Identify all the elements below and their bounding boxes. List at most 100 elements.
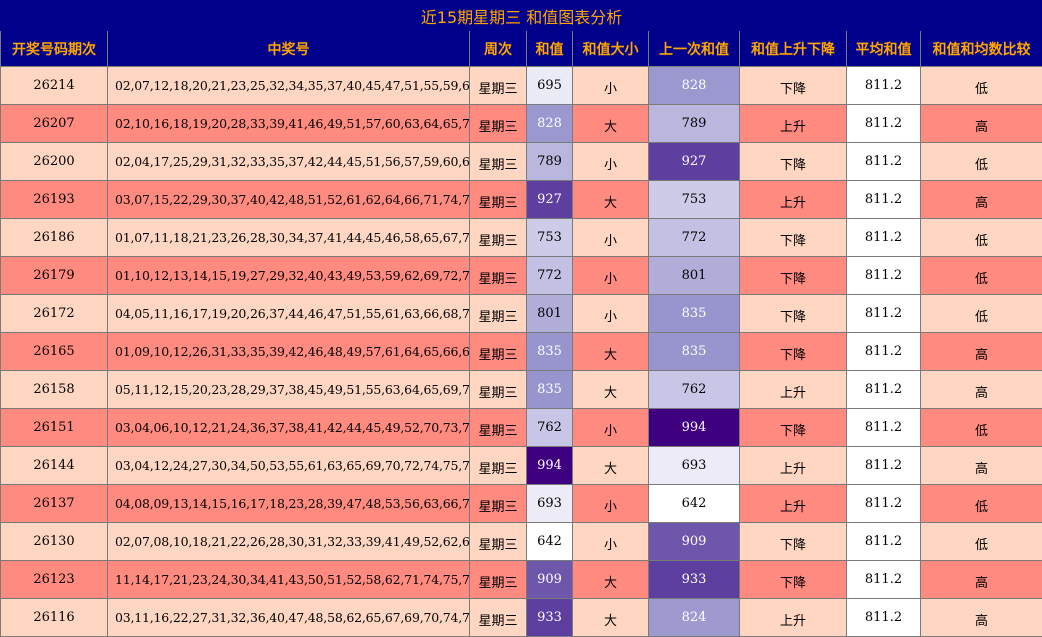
sum-size-cell: 大 <box>573 371 649 409</box>
period-cell: 26193 <box>1 181 108 219</box>
sum-cell: 772 <box>527 257 573 295</box>
numbers-cell: 01,09,10,12,26,31,33,35,39,42,46,48,49,5… <box>108 333 470 371</box>
numbers-cell: 02,04,17,25,29,31,32,33,35,37,42,44,45,5… <box>108 143 470 181</box>
sum-cell: 933 <box>527 599 573 637</box>
avg-cell: 811.2 <box>847 257 921 295</box>
weekday-cell: 星期三 <box>470 599 527 637</box>
avg-cell: 811.2 <box>847 561 921 599</box>
sum-cell: 835 <box>527 333 573 371</box>
avg-cell: 811.2 <box>847 371 921 409</box>
compare-cell: 低 <box>921 409 1042 447</box>
table-row: 2617204,05,11,16,17,19,20,26,37,44,46,47… <box>1 295 1042 333</box>
avg-cell: 811.2 <box>847 599 921 637</box>
trend-cell: 下降 <box>740 409 847 447</box>
compare-cell: 高 <box>921 181 1042 219</box>
sum-cell: 693 <box>527 485 573 523</box>
prev-sum-cell: 933 <box>649 561 740 599</box>
table-body: 2621402,07,12,18,20,21,23,25,32,34,35,37… <box>1 67 1042 637</box>
weekday-cell: 星期三 <box>470 371 527 409</box>
period-cell: 26200 <box>1 143 108 181</box>
numbers-cell: 03,11,16,22,27,31,32,36,40,47,48,58,62,6… <box>108 599 470 637</box>
sum-cell: 927 <box>527 181 573 219</box>
weekday-cell: 星期三 <box>470 523 527 561</box>
weekday-cell: 星期三 <box>470 561 527 599</box>
period-cell: 26137 <box>1 485 108 523</box>
weekday-cell: 星期三 <box>470 295 527 333</box>
period-cell: 26186 <box>1 219 108 257</box>
avg-cell: 811.2 <box>847 333 921 371</box>
table-row: 2615103,04,06,10,12,21,24,36,37,38,41,42… <box>1 409 1042 447</box>
numbers-cell: 04,08,09,13,14,15,16,17,18,23,28,39,47,4… <box>108 485 470 523</box>
period-cell: 26151 <box>1 409 108 447</box>
trend-cell: 下降 <box>740 143 847 181</box>
weekday-cell: 星期三 <box>470 181 527 219</box>
numbers-cell: 11,14,17,21,23,24,30,34,41,43,50,51,52,5… <box>108 561 470 599</box>
trend-cell: 下降 <box>740 295 847 333</box>
prev-sum-cell: 762 <box>649 371 740 409</box>
period-cell: 26144 <box>1 447 108 485</box>
header-avg: 平均和值 <box>847 31 921 67</box>
prev-sum-cell: 927 <box>649 143 740 181</box>
table-row: 2617901,10,12,13,14,15,19,27,29,32,40,43… <box>1 257 1042 295</box>
sum-cell: 909 <box>527 561 573 599</box>
trend-cell: 下降 <box>740 561 847 599</box>
table-row: 2611603,11,16,22,27,31,32,36,40,47,48,58… <box>1 599 1042 637</box>
numbers-cell: 03,04,12,24,27,30,34,50,53,55,61,63,65,6… <box>108 447 470 485</box>
trend-cell: 下降 <box>740 67 847 105</box>
sum-size-cell: 大 <box>573 105 649 143</box>
sum-cell: 828 <box>527 105 573 143</box>
table-row: 2615805,11,12,15,20,23,28,29,37,38,45,49… <box>1 371 1042 409</box>
sum-cell: 642 <box>527 523 573 561</box>
period-cell: 26116 <box>1 599 108 637</box>
sum-size-cell: 小 <box>573 143 649 181</box>
numbers-cell: 04,05,11,16,17,19,20,26,37,44,46,47,51,5… <box>108 295 470 333</box>
trend-cell: 上升 <box>740 599 847 637</box>
avg-cell: 811.2 <box>847 67 921 105</box>
numbers-cell: 05,11,12,15,20,23,28,29,37,38,45,49,51,5… <box>108 371 470 409</box>
table-row: 2621402,07,12,18,20,21,23,25,32,34,35,37… <box>1 67 1042 105</box>
weekday-cell: 星期三 <box>470 143 527 181</box>
compare-cell: 高 <box>921 371 1042 409</box>
trend-cell: 上升 <box>740 105 847 143</box>
weekday-cell: 星期三 <box>470 67 527 105</box>
table-row: 2620702,10,16,18,19,20,28,33,39,41,46,49… <box>1 105 1042 143</box>
prev-sum-cell: 824 <box>649 599 740 637</box>
table-row: 2613704,08,09,13,14,15,16,17,18,23,28,39… <box>1 485 1042 523</box>
sum-size-cell: 小 <box>573 485 649 523</box>
table-row: 2619303,07,15,22,29,30,37,40,42,48,51,52… <box>1 181 1042 219</box>
header-numbers: 中奖号 <box>108 31 470 67</box>
avg-cell: 811.2 <box>847 143 921 181</box>
sum-size-cell: 大 <box>573 447 649 485</box>
sum-cell: 753 <box>527 219 573 257</box>
period-cell: 26172 <box>1 295 108 333</box>
numbers-cell: 01,10,12,13,14,15,19,27,29,32,40,43,49,5… <box>108 257 470 295</box>
period-cell: 26179 <box>1 257 108 295</box>
trend-cell: 下降 <box>740 523 847 561</box>
compare-cell: 低 <box>921 523 1042 561</box>
sum-cell: 835 <box>527 371 573 409</box>
compare-cell: 高 <box>921 333 1042 371</box>
header-prev-sum: 上一次和值 <box>649 31 740 67</box>
trend-cell: 上升 <box>740 485 847 523</box>
sum-cell: 762 <box>527 409 573 447</box>
sum-size-cell: 小 <box>573 295 649 333</box>
prev-sum-cell: 772 <box>649 219 740 257</box>
sum-cell: 695 <box>527 67 573 105</box>
compare-cell: 高 <box>921 561 1042 599</box>
compare-cell: 高 <box>921 599 1042 637</box>
compare-cell: 高 <box>921 447 1042 485</box>
numbers-cell: 02,10,16,18,19,20,28,33,39,41,46,49,51,5… <box>108 105 470 143</box>
compare-cell: 低 <box>921 67 1042 105</box>
table-row: 2618601,07,11,18,21,23,26,28,30,34,37,41… <box>1 219 1042 257</box>
header-trend: 和值上升下降 <box>740 31 847 67</box>
prev-sum-cell: 753 <box>649 181 740 219</box>
prev-sum-cell: 835 <box>649 295 740 333</box>
weekday-cell: 星期三 <box>470 447 527 485</box>
avg-cell: 811.2 <box>847 181 921 219</box>
header-compare: 和值和均数比较 <box>921 31 1042 67</box>
sum-cell: 789 <box>527 143 573 181</box>
prev-sum-cell: 835 <box>649 333 740 371</box>
trend-cell: 上升 <box>740 371 847 409</box>
compare-cell: 高 <box>921 105 1042 143</box>
period-cell: 26158 <box>1 371 108 409</box>
